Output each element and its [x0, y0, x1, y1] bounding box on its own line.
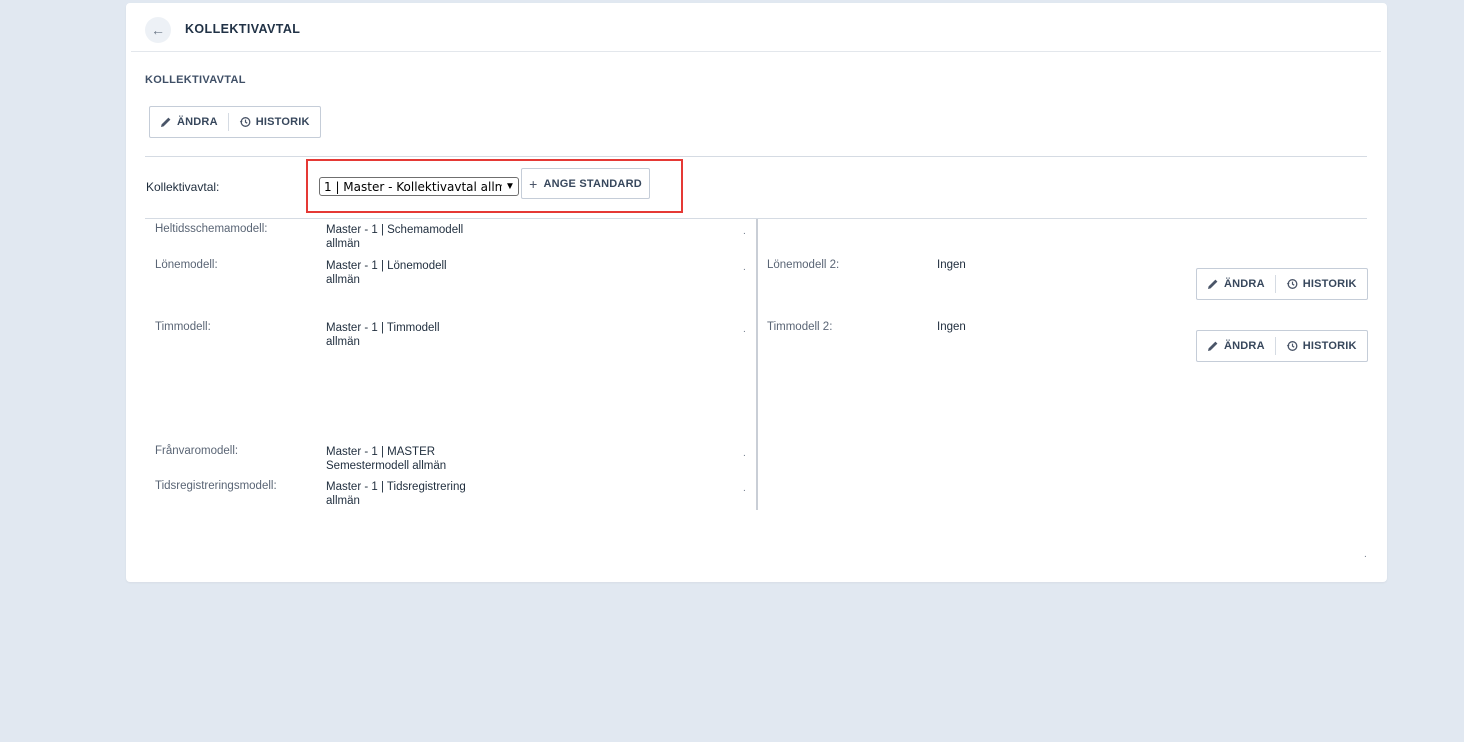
history-button-label: HISTORIK [1302, 278, 1357, 290]
page-header: ← KOLLEKTIVAVTAL [131, 3, 1381, 52]
main-card: ← KOLLEKTIVAVTAL KOLLEKTIVAVTAL ÄNDRA HI… [126, 3, 1387, 582]
history-icon [1286, 279, 1298, 289]
value-line: allmän [326, 238, 360, 250]
edit-button[interactable]: ÄNDRA [1197, 331, 1275, 361]
back-button[interactable]: ← [145, 17, 171, 43]
salary-model-value: Master - 1 | Lönemodell allmän [326, 259, 496, 287]
value-line: Master - 1 | Schemamodell [326, 224, 464, 236]
hour-model-2-label: Timmodell 2: [767, 321, 833, 333]
edit-button[interactable]: ÄNDRA [150, 107, 228, 137]
edit-button[interactable]: ÄNDRA [1197, 269, 1275, 299]
history-button[interactable]: HISTORIK [229, 107, 320, 137]
full-time-schedule-label: Heltidsschemamodell: [155, 223, 268, 235]
edit-button-label: ÄNDRA [1224, 278, 1265, 290]
history-button[interactable]: HISTORIK [1276, 269, 1367, 299]
salary-model-2-button-group: ÄNDRA HISTORIK [1196, 268, 1368, 300]
section-title: KOLLEKTIVAVTAL [145, 74, 246, 86]
value-line: allmän [326, 274, 360, 286]
edit-button-label: ÄNDRA [1224, 340, 1265, 352]
history-icon [1286, 341, 1298, 351]
dot-marker: . [743, 262, 746, 273]
absence-model-label: Frånvaromodell: [155, 445, 239, 457]
column-divider [756, 219, 758, 510]
history-button-label: HISTORIK [1302, 340, 1357, 352]
pencil-icon [1208, 279, 1218, 289]
value-line: Semestermodell allmän [326, 460, 447, 472]
salary-model-2-label: Lönemodell 2: [767, 259, 840, 271]
hour-model-label: Timmodell: [155, 321, 211, 333]
top-button-group: ÄNDRA HISTORIK [149, 106, 321, 138]
value-line: allmän [326, 336, 360, 348]
hour-model-2-button-group: ÄNDRA HISTORIK [1196, 330, 1368, 362]
arrow-left-icon: ← [151, 22, 165, 38]
value-line: allmän [326, 495, 360, 507]
pencil-icon [1208, 341, 1218, 351]
full-time-schedule-value: Master - 1 | Schemamodell allmän [326, 223, 496, 251]
pencil-icon [161, 117, 171, 127]
salary-model-label: Lönemodell: [155, 259, 218, 271]
highlight-box [306, 159, 683, 213]
history-button-label: HISTORIK [255, 116, 310, 128]
dot-marker: . [1364, 549, 1367, 560]
value-line: Master - 1 | Timmodell [326, 322, 440, 334]
value-line: Master - 1 | Lönemodell [326, 260, 447, 272]
agreement-label: Kollektivavtal: [146, 180, 220, 194]
edit-button-label: ÄNDRA [177, 116, 218, 128]
dot-marker: . [743, 483, 746, 494]
divider [145, 156, 1367, 157]
page-title: KOLLEKTIVAVTAL [185, 22, 301, 36]
absence-model-value: Master - 1 | MASTER Semestermodell allmä… [326, 445, 496, 473]
dot-marker: . [743, 324, 746, 335]
salary-model-2-value: Ingen [937, 259, 966, 271]
history-button[interactable]: HISTORIK [1276, 331, 1367, 361]
history-icon [239, 117, 251, 127]
hour-model-value: Master - 1 | Timmodell allmän [326, 321, 496, 349]
value-line: Master - 1 | Tidsregistrering [326, 481, 466, 493]
time-registration-value: Master - 1 | Tidsregistrering allmän [326, 480, 496, 508]
value-line: Master - 1 | MASTER [326, 446, 436, 458]
dot-marker: . [743, 448, 746, 459]
hour-model-2-value: Ingen [937, 321, 966, 333]
time-registration-label: Tidsregistreringsmodell: [155, 480, 277, 492]
dot-marker: . [743, 226, 746, 237]
